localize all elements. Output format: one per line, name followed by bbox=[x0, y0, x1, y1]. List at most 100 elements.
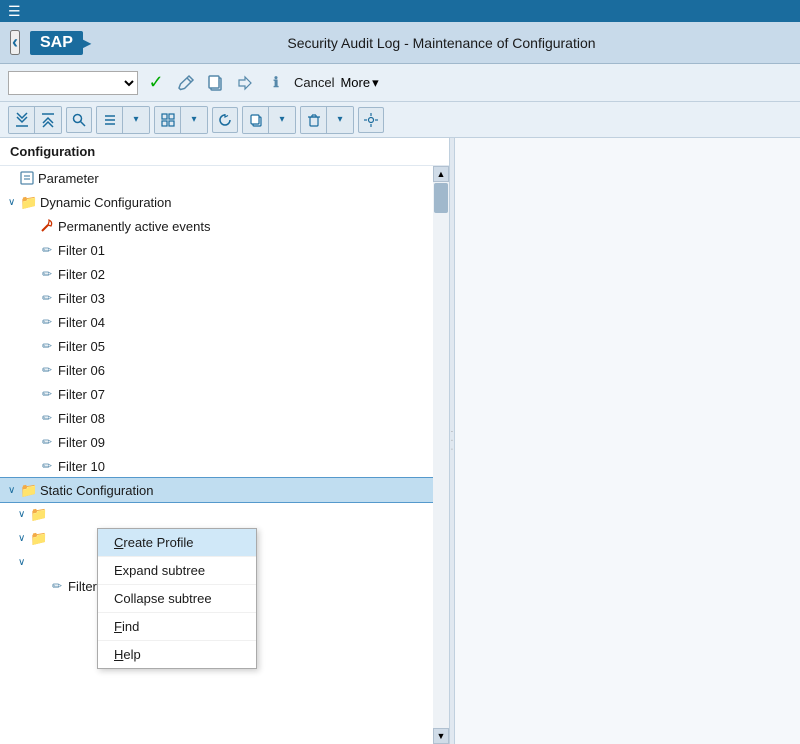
tree-item-filter08[interactable]: ✏ Filter 08 bbox=[0, 406, 449, 430]
more-label: More bbox=[340, 75, 370, 90]
pencil-icon-09: ✏ bbox=[38, 433, 56, 451]
sub3-icon bbox=[30, 553, 48, 571]
tree-item-filter02[interactable]: ✏ Filter 02 bbox=[0, 262, 449, 286]
pencil-icon-04: ✏ bbox=[38, 313, 56, 331]
parameter-label: Parameter bbox=[38, 171, 99, 186]
scroll-down-btn[interactable]: ▼ bbox=[433, 728, 449, 744]
param-icon bbox=[18, 169, 36, 187]
filter01-label: Filter 01 bbox=[58, 243, 105, 258]
vsplit-handle[interactable]: · · · bbox=[449, 138, 455, 744]
edit-button[interactable] bbox=[174, 71, 198, 95]
delete-arrow[interactable]: ▾ bbox=[327, 107, 353, 133]
refresh-button[interactable] bbox=[212, 107, 238, 133]
scrollbar[interactable]: ▲ ▼ bbox=[433, 166, 449, 744]
filter02-label: Filter 02 bbox=[58, 267, 105, 282]
tree-item-filter10[interactable]: ✏ Filter 10 bbox=[0, 454, 449, 478]
nav-arrows-group bbox=[8, 106, 62, 134]
tree-item-perm[interactable]: Permanently active events bbox=[0, 214, 449, 238]
tree-item-parameter[interactable]: Parameter bbox=[0, 166, 449, 190]
filter06-label: Filter 06 bbox=[58, 363, 105, 378]
context-menu-collapse[interactable]: Collapse subtree bbox=[98, 585, 256, 613]
context-menu-help[interactable]: Help bbox=[98, 641, 256, 668]
tree-item-filter01[interactable]: ✏ Filter 01 bbox=[0, 238, 449, 262]
tree-item-dynamic[interactable]: ∨ 📁 Dynamic Configuration bbox=[0, 190, 449, 214]
vsplit-dots: · · · bbox=[448, 430, 457, 452]
sub2-folder-icon: 📁 bbox=[30, 529, 48, 547]
static-label: Static Configuration bbox=[40, 483, 153, 498]
grid-view-group: ▾ bbox=[154, 106, 208, 134]
back-button[interactable]: ‹ bbox=[10, 30, 20, 55]
main-content: Configuration Parameter ∨ 📁 Dynamic Conf… bbox=[0, 138, 800, 744]
pencil-icon-03: ✏ bbox=[38, 289, 56, 307]
header-bar: ‹ SAP Security Audit Log - Maintenance o… bbox=[0, 22, 800, 64]
toolbar-1: ✓ ℹ Cancel More ▾ bbox=[0, 64, 800, 102]
right-panel bbox=[450, 138, 800, 744]
pencil-icon-05: ✏ bbox=[38, 337, 56, 355]
context-menu: Create Profile Expand subtree Collapse s… bbox=[97, 528, 257, 669]
sub3-toggle[interactable]: ∨ bbox=[18, 557, 28, 568]
context-menu-find[interactable]: Find bbox=[98, 613, 256, 641]
tree-item-filter03[interactable]: ✏ Filter 03 bbox=[0, 286, 449, 310]
expand-label: Expand subtree bbox=[114, 563, 205, 578]
sub1-toggle[interactable]: ∨ bbox=[18, 509, 28, 520]
toolbar-select[interactable] bbox=[8, 71, 138, 95]
page-title: Security Audit Log - Maintenance of Conf… bbox=[93, 35, 790, 51]
grid-view-button[interactable] bbox=[155, 107, 181, 133]
create-profile-label: Create Profile bbox=[114, 535, 193, 550]
menu-bar: ☰ bbox=[0, 0, 800, 22]
filter04-label: Filter 04 bbox=[58, 315, 105, 330]
list-view-arrow[interactable]: ▾ bbox=[123, 107, 149, 133]
info-button[interactable]: ℹ bbox=[264, 71, 288, 95]
more-arrow-icon: ▾ bbox=[372, 75, 379, 91]
flow-button[interactable] bbox=[234, 71, 258, 95]
tree-item-filter04[interactable]: ✏ Filter 04 bbox=[0, 310, 449, 334]
pencil-icon-01: ✏ bbox=[38, 241, 56, 259]
pencil-icon-02: ✏ bbox=[38, 265, 56, 283]
static-folder-icon: 📁 bbox=[20, 481, 38, 499]
context-menu-expand[interactable]: Expand subtree bbox=[98, 557, 256, 585]
delete-btn[interactable] bbox=[301, 107, 327, 133]
filter10-label: Filter 10 bbox=[58, 459, 105, 474]
delete-group: ▾ bbox=[300, 106, 354, 134]
context-menu-create-profile[interactable]: Create Profile bbox=[98, 529, 256, 557]
list-view-button[interactable] bbox=[97, 107, 123, 133]
tree-item-filter09[interactable]: ✏ Filter 09 bbox=[0, 430, 449, 454]
tree-item-filter05[interactable]: ✏ Filter 05 bbox=[0, 334, 449, 358]
search-button[interactable] bbox=[66, 107, 92, 133]
settings-button[interactable] bbox=[358, 107, 384, 133]
scroll-thumb[interactable] bbox=[434, 183, 448, 213]
list-view-group: ▾ bbox=[96, 106, 150, 134]
more-button[interactable]: More ▾ bbox=[340, 75, 378, 91]
filter09-label: Filter 09 bbox=[58, 435, 105, 450]
toolbar-2: ▾ ▾ ▾ bbox=[0, 102, 800, 138]
pencil-icon-07: ✏ bbox=[38, 385, 56, 403]
check-button[interactable]: ✓ bbox=[144, 71, 168, 95]
sub2-toggle[interactable]: ∨ bbox=[18, 533, 28, 544]
collapse-all-button[interactable] bbox=[9, 107, 35, 133]
dynamic-toggle[interactable]: ∨ bbox=[8, 197, 18, 208]
filter05-label: Filter 05 bbox=[58, 339, 105, 354]
tree-item-static-sub1[interactable]: ∨ 📁 bbox=[0, 502, 449, 526]
copy-arrow[interactable]: ▾ bbox=[269, 107, 295, 133]
help-underline: H bbox=[114, 647, 123, 662]
scroll-up-btn[interactable]: ▲ bbox=[433, 166, 449, 182]
tree-item-filter06[interactable]: ✏ Filter 06 bbox=[0, 358, 449, 382]
copy-btn[interactable] bbox=[243, 107, 269, 133]
copy-button[interactable] bbox=[204, 71, 228, 95]
static-toggle[interactable]: ∨ bbox=[8, 485, 18, 496]
tree-header: Configuration bbox=[0, 138, 449, 166]
tree-item-static[interactable]: ∨ 📁 Static Configuration bbox=[0, 478, 449, 502]
sap-logo: SAP bbox=[30, 31, 83, 55]
expand-all-button[interactable] bbox=[35, 107, 61, 133]
folder-icon: 📁 bbox=[20, 193, 38, 211]
filter08-label: Filter 08 bbox=[58, 411, 105, 426]
find-label: Find bbox=[114, 619, 139, 634]
copy-group: ▾ bbox=[242, 106, 296, 134]
tree-item-filter07[interactable]: ✏ Filter 07 bbox=[0, 382, 449, 406]
find-underline: F bbox=[114, 619, 122, 634]
help-label: Help bbox=[114, 647, 141, 662]
pencil-icon-06: ✏ bbox=[38, 361, 56, 379]
hamburger-icon[interactable]: ☰ bbox=[8, 3, 21, 20]
cancel-button[interactable]: Cancel bbox=[294, 75, 334, 90]
grid-view-arrow[interactable]: ▾ bbox=[181, 107, 207, 133]
